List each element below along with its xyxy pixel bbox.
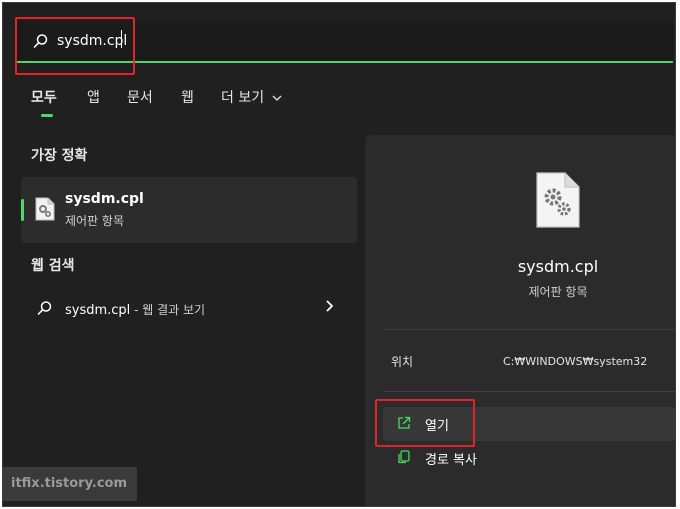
control-panel-file-icon-large	[536, 172, 580, 228]
tab-more-label: 더 보기	[221, 90, 265, 106]
details-pane: sysdm.cpl 제어판 항목 위치 C:₩WINDOWS₩system32 …	[365, 135, 675, 506]
open-highlight-box	[375, 399, 475, 447]
web-search-suffix: - 웹 결과 보기	[130, 303, 206, 317]
best-match-result[interactable]: sysdm.cpl 제어판 항목	[21, 177, 357, 243]
divider	[383, 391, 675, 392]
search-window: 모두 앱 문서 웹 더 보기 가장 정확 sysdm.cpl 제어판 항목 웹 …	[2, 2, 676, 507]
web-search-heading: 웹 검색	[31, 258, 75, 274]
best-match-subtitle: 제어판 항목	[65, 214, 125, 228]
best-match-title: sysdm.cpl	[65, 191, 144, 207]
web-search-result[interactable]: sysdm.cpl - 웹 결과 보기	[21, 291, 357, 327]
selection-accent	[21, 199, 24, 221]
control-panel-file-icon	[35, 197, 55, 221]
web-search-query: sysdm.cpl	[65, 303, 131, 318]
chevron-right-icon[interactable]	[325, 299, 335, 313]
divider	[383, 329, 675, 330]
tab-apps[interactable]: 앱	[87, 87, 100, 107]
details-subtitle: 제어판 항목	[528, 285, 588, 299]
best-match-heading: 가장 정확	[31, 148, 88, 164]
copy-icon	[398, 450, 410, 464]
active-tab-indicator	[41, 114, 53, 117]
watermark: itfix.tistory.com	[3, 467, 137, 501]
web-search-text: sysdm.cpl - 웹 결과 보기	[65, 301, 205, 318]
chevron-down-icon	[272, 95, 282, 101]
location-value: C:₩WINDOWS₩system32	[503, 355, 648, 368]
copy-path-label: 경로 복사	[425, 453, 477, 468]
details-title: sysdm.cpl	[517, 257, 599, 276]
search-icon	[37, 301, 52, 315]
search-highlight-box	[15, 17, 135, 75]
tab-all[interactable]: 모두	[31, 87, 57, 107]
tab-documents[interactable]: 문서	[127, 87, 153, 107]
location-label: 위치	[391, 355, 414, 369]
tab-web[interactable]: 웹	[181, 87, 194, 107]
tab-more[interactable]: 더 보기	[221, 87, 282, 107]
